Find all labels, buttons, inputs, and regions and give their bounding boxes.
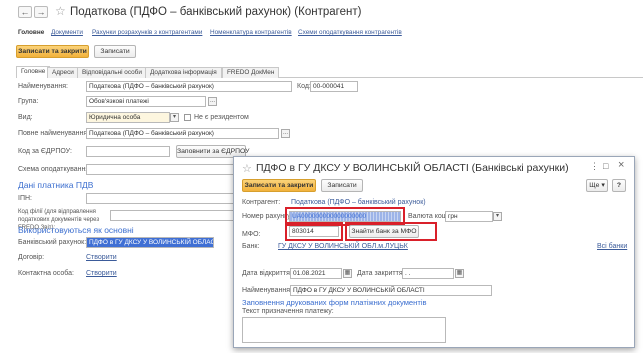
name-label: Найменування:: [18, 83, 68, 90]
back-button[interactable]: ←: [18, 6, 32, 18]
dialog-help-button[interactable]: ?: [612, 179, 626, 192]
dialog-maximize-icon[interactable]: □: [603, 161, 608, 171]
nav-link-main[interactable]: Головне: [18, 29, 44, 36]
ipn-input[interactable]: [86, 193, 236, 204]
close-date-label: Дата закриття:: [357, 270, 405, 277]
edrpou-label: Код за ЄДРПОУ:: [18, 148, 72, 155]
nav-link-tax-schemes[interactable]: Схеми оподаткування контрагентів: [298, 29, 402, 36]
type-dropdown-icon[interactable]: ▾: [170, 113, 179, 122]
mfo-label: МФО:: [242, 231, 261, 238]
tax-scheme-label: Схема оподаткування:: [18, 166, 92, 173]
dialog-more-label: Ще: [589, 182, 600, 189]
type-select[interactable]: Юридична особа: [86, 112, 170, 123]
dialog-more-button[interactable]: Ще ▾: [586, 179, 608, 192]
open-date-calendar-icon[interactable]: ▦: [343, 269, 352, 278]
contact-create-link[interactable]: Створити: [86, 270, 117, 277]
nav-link-documents[interactable]: Документи: [51, 29, 83, 36]
dialog-name-input[interactable]: ПДФО в ГУ ДКСУ У ВОЛИНСЬКІЙ ОБЛАСТІ: [290, 285, 492, 296]
nav-link-nomenclature[interactable]: Номенклатура контрагентів: [210, 29, 292, 36]
open-date-input[interactable]: 01.08.2021: [290, 268, 342, 279]
window-title: Податкова (ПДФО – банківський рахунок) (…: [70, 6, 362, 18]
payment-purpose-textarea[interactable]: [242, 317, 446, 343]
counterparty-link[interactable]: Податкова (ПДФО – банківський рахунок): [291, 199, 426, 206]
default-section-title: Використовуються як основні: [18, 225, 134, 235]
bank-account-dialog: ☆ ПДФО в ГУ ДКСУ У ВОЛИНСЬКІЙ ОБЛАСТІ (Б…: [233, 156, 635, 348]
nav-link-accounts[interactable]: Рахунки розрахунків з контрагентами: [92, 29, 202, 36]
favorite-star-icon[interactable]: ☆: [55, 4, 66, 18]
close-date-calendar-icon[interactable]: ▦: [455, 269, 464, 278]
edrpou-input[interactable]: [86, 146, 170, 157]
contract-create-link[interactable]: Створити: [86, 254, 117, 261]
bank-link[interactable]: ГУ ДКСУ У ВОЛИНСЬКІЙ ОБЛ.м.ЛУЦЬК: [278, 243, 408, 250]
close-date-input[interactable]: . .: [402, 268, 454, 279]
forward-button[interactable]: →: [34, 6, 48, 18]
dialog-more-chevron-icon: ▾: [601, 182, 605, 189]
dialog-favorite-star-icon[interactable]: ☆: [242, 162, 252, 175]
group-label: Група:: [18, 98, 39, 105]
find-bank-by-mfo-button[interactable]: Знайти банк за МФО: [349, 225, 419, 238]
fullname-input[interactable]: Податкова (ПДФО – банківський рахунок): [86, 128, 279, 139]
save-close-button[interactable]: Записати та закрити: [16, 45, 89, 58]
save-button[interactable]: Записати: [94, 45, 136, 58]
vat-section-title: Дані платника ПДВ: [18, 180, 94, 190]
tax-scheme-input[interactable]: [86, 164, 236, 175]
fullname-edit-button[interactable]: ...: [281, 129, 290, 138]
dialog-save-button[interactable]: Записати: [321, 179, 363, 192]
open-date-label: Дата відкриття:: [242, 270, 292, 277]
account-number-input[interactable]: UA000000000000000000: [289, 211, 401, 222]
dialog-close-icon[interactable]: ×: [618, 160, 624, 171]
nonresident-label: Не є резидентом: [194, 114, 249, 121]
code-label: Код:: [297, 83, 311, 90]
code-input[interactable]: 00-000041: [310, 81, 358, 92]
fullname-label: Повне найменування:: [18, 130, 90, 137]
print-forms-section-title: Заповнення друкованих форм платіжних док…: [242, 298, 427, 307]
tab-additional-info[interactable]: Додаткова інформація: [145, 67, 222, 78]
bank-account-label: Банківський рахунок:: [18, 239, 87, 246]
type-label: Вид:: [18, 114, 33, 121]
dialog-menu-icon[interactable]: ⋮: [590, 161, 599, 171]
dialog-title: ПДФО в ГУ ДКСУ У ВОЛИНСЬКІЙ ОБЛАСТІ (Бан…: [256, 162, 569, 174]
bank-account-select[interactable]: ПДФО в ГУ ДКСУ У ВОЛИНСЬКІЙ ОБЛАСТІ: [86, 237, 214, 248]
nonresident-checkbox[interactable]: [184, 114, 191, 121]
tab-responsible[interactable]: Відповідальні особи: [77, 67, 147, 78]
contact-label: Контактна особа:: [18, 270, 74, 277]
all-banks-link[interactable]: Всі банки: [597, 243, 627, 250]
tab-addresses[interactable]: Адреси: [47, 67, 79, 78]
tab-fredo-docmen[interactable]: FREDO ДокМен: [222, 67, 280, 78]
bank-label: Банк:: [242, 243, 260, 250]
dialog-save-close-button[interactable]: Записати та закрити: [242, 179, 316, 192]
contract-label: Договір:: [18, 254, 45, 261]
payment-purpose-label: Текст призначення платежу:: [242, 308, 334, 315]
branch-code-input[interactable]: [110, 210, 236, 221]
mfo-input[interactable]: 803014: [289, 226, 339, 237]
counterparty-label: Контрагент:: [242, 199, 281, 206]
ipn-label: ІПН:: [18, 195, 32, 202]
currency-dropdown-icon[interactable]: ▾: [493, 212, 502, 221]
dialog-name-label: Найменування:: [242, 287, 292, 294]
currency-select[interactable]: грн: [445, 211, 493, 222]
group-select-button[interactable]: ...: [208, 97, 217, 106]
group-input[interactable]: Обов'язкові платежі: [86, 96, 206, 107]
name-input[interactable]: Податкова (ПДФО – банківський рахунок): [86, 81, 292, 92]
tab-main[interactable]: Головне: [16, 66, 51, 78]
